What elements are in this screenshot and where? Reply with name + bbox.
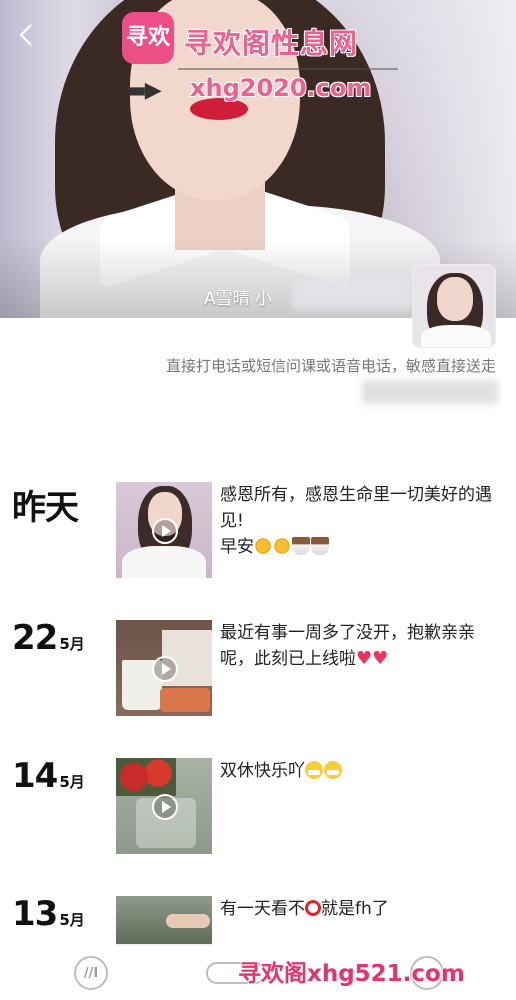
avatar[interactable] xyxy=(412,264,496,348)
profile-name: A雪晴 小 xyxy=(204,289,273,309)
post-day: 22 xyxy=(12,618,58,658)
post-text: 双休快乐吖 xyxy=(220,758,500,784)
watermark-title: 寻欢阁性息网 xyxy=(184,27,359,60)
post-video-thumbnail[interactable] xyxy=(116,620,212,716)
watermark-logo-text: 寻欢 xyxy=(125,25,170,50)
grin-emoji-icon xyxy=(305,761,323,779)
post-day: 14 xyxy=(12,756,58,796)
post-date: 昨天 xyxy=(12,480,79,540)
bottom-watermark: 寻欢阁xhg521.com xyxy=(238,961,465,987)
thumb-strawberries xyxy=(116,758,176,796)
sun-icon xyxy=(273,537,291,555)
grin-emoji-icon xyxy=(324,761,342,779)
play-icon[interactable] xyxy=(152,794,178,820)
red-circle-icon xyxy=(305,900,321,916)
avatar-shirt xyxy=(421,325,491,347)
coffee-icon xyxy=(292,537,310,555)
thumb-tray xyxy=(160,688,210,712)
post-text: 最近有事一周多了没开，抱歉亲亲呢，此刻已上线啦♥♥ xyxy=(220,620,500,672)
post-month: 5月 xyxy=(59,635,85,653)
watermark-divider xyxy=(178,68,398,70)
signature-redaction xyxy=(362,380,498,404)
post-video-thumbnail[interactable] xyxy=(116,482,212,578)
arrow-right-icon: ▬▶ xyxy=(126,78,162,103)
post-day: 昨天 xyxy=(12,488,79,528)
post-date: 22 5月 xyxy=(12,618,85,678)
heart-icon: ♥ xyxy=(372,648,389,669)
avatar-face xyxy=(437,277,473,321)
post-text-line: 早安 xyxy=(220,537,254,557)
post-text-line: 感恩所有，感恩生命里一切美好的遇见! xyxy=(220,485,492,531)
post-text-line: 有一天看不 xyxy=(220,899,305,919)
thumb-shirt xyxy=(122,546,206,578)
play-icon[interactable] xyxy=(152,518,178,544)
profile-signature: 直接打电话或短信问课或语音电话，敏感直接送走 xyxy=(165,357,496,375)
feed-item[interactable]: 22 5月 最近有事一周多了没开，抱歉亲亲呢，此刻已上线啦♥♥ xyxy=(0,618,516,718)
feed-item[interactable]: 14 5月 双休快乐吖 xyxy=(0,756,516,856)
coffee-icon xyxy=(311,537,329,555)
feed-item[interactable]: 昨天 感恩所有，感恩生命里一切美好的遇见! 早安 xyxy=(0,480,516,580)
post-text-line: 最近有事一周多了没开，抱歉亲亲呢，此刻已上线啦 xyxy=(220,623,475,669)
post-text-line: 就是fh了 xyxy=(321,899,389,919)
thumb-leg xyxy=(166,914,210,928)
post-text: 感恩所有，感恩生命里一切美好的遇见! 早安 xyxy=(220,482,500,560)
sun-icon xyxy=(254,537,272,555)
play-icon[interactable] xyxy=(152,656,178,682)
chevron-left-icon xyxy=(19,24,32,46)
back-button[interactable] xyxy=(14,22,40,48)
name-redaction xyxy=(292,280,412,310)
watermark-url: xhg2020.com xyxy=(190,74,372,102)
post-video-thumbnail[interactable] xyxy=(116,758,212,854)
watermark-logo: 寻欢 xyxy=(122,12,174,64)
post-text-line: 双休快乐吖 xyxy=(220,761,305,781)
heart-icon: ♥ xyxy=(356,648,373,669)
post-day: 13 xyxy=(12,894,58,934)
post-month: 5月 xyxy=(59,773,85,791)
menu-button[interactable]: //I xyxy=(74,956,108,990)
post-date: 14 5月 xyxy=(12,756,85,816)
post-thumbnail[interactable] xyxy=(116,896,212,946)
post-text: 有一天看不 就是fh了 xyxy=(220,896,500,922)
post-month: 5月 xyxy=(59,911,85,929)
